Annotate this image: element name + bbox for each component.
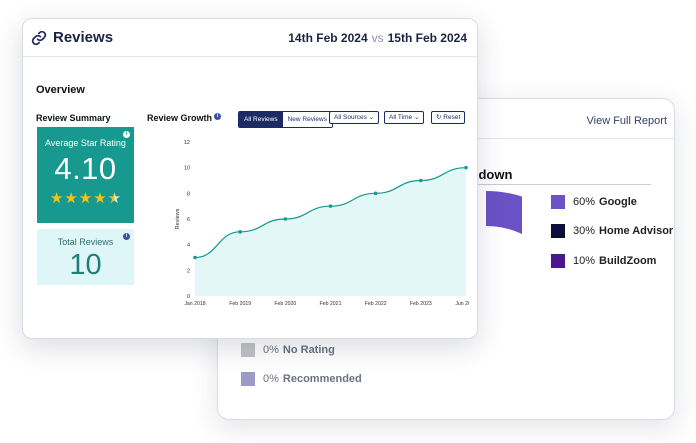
card-title: Reviews	[53, 29, 114, 46]
toggle-all-reviews[interactable]: All Reviews	[239, 112, 283, 127]
time-dropdown-label: All Time	[389, 114, 413, 121]
info-icon[interactable]: i	[123, 131, 130, 138]
legend-name: Google	[599, 196, 637, 208]
y-axis-label: Reviews	[175, 208, 181, 229]
x-tick-label: Feb 2022	[365, 301, 387, 306]
vs-label: vs	[371, 30, 384, 45]
total-reviews-tile: i Total Reviews 10	[37, 229, 134, 285]
x-tick-label: Feb 2020	[274, 301, 296, 306]
legend-item-google: 60% Google	[551, 195, 637, 209]
x-tick-label: Feb 2023	[410, 301, 432, 306]
legend-name: Home Advisor	[599, 225, 674, 237]
y-tick-label: 0	[187, 294, 190, 300]
legend-item-no-rating: 0% No Rating	[241, 343, 335, 357]
x-tick-label: Feb 2019	[229, 301, 251, 306]
legend-item-buildzoom: 10% BuildZoom	[551, 254, 656, 268]
date-from: 14th Feb 2024	[288, 30, 368, 45]
legend-swatch-google	[551, 195, 565, 209]
legend-swatch-home-advisor	[551, 224, 565, 238]
view-full-report-link[interactable]: View Full Report	[587, 115, 668, 127]
y-tick-label: 6	[187, 217, 190, 223]
star-icon: ★	[64, 190, 78, 207]
star-rating: ★ ★ ★ ★ ★	[37, 191, 134, 206]
review-summary-label: Review Summary	[36, 113, 111, 123]
legend-name: BuildZoom	[599, 255, 657, 267]
info-icon[interactable]: i	[214, 113, 222, 120]
star-icon: ★	[49, 190, 64, 207]
total-reviews-label: Total Reviews	[57, 237, 114, 247]
data-point	[464, 165, 468, 170]
x-tick-label: Jan 2018	[184, 301, 205, 306]
star-icon: ★	[78, 190, 93, 207]
review-growth-title: Review Growth	[147, 113, 213, 123]
data-point	[328, 204, 333, 208]
reset-button[interactable]: ↻ Reset	[431, 111, 466, 124]
stage: View Full Report akdown 60% 60% Google 3…	[0, 0, 696, 443]
total-reviews-value: 10	[69, 249, 102, 281]
legend-pct: 10%	[573, 255, 596, 267]
y-tick-label: 12	[184, 140, 190, 146]
time-dropdown[interactable]: All Time ⌄	[384, 111, 425, 124]
toggle-new-reviews[interactable]: New Reviews	[282, 112, 332, 127]
y-tick-label: 4	[187, 243, 190, 249]
overview-title: Overview	[36, 84, 85, 96]
date-range: 14th Feb 2024 vs 15th Feb 2024	[288, 31, 467, 45]
reset-icon: ↻	[436, 114, 442, 121]
legend-item-home-advisor: 30% Home Advisor	[551, 224, 673, 238]
legend-swatch-buildzoom	[551, 254, 565, 268]
data-point	[373, 191, 378, 196]
chevron-down-icon: ⌄	[413, 114, 420, 121]
info-icon[interactable]: i	[123, 233, 130, 240]
average-rating-tile: i Average Star Rating 4.10 ★ ★ ★ ★ ★	[37, 127, 134, 223]
legend-pct: 0%	[263, 344, 279, 356]
legend-pct: 60%	[573, 196, 596, 208]
average-rating-value: 4.10	[54, 151, 117, 186]
legend-item-recommended: 0% Recommended	[241, 372, 362, 386]
x-tick-label: Feb 2021	[320, 301, 342, 306]
review-growth-label: Review Growth i	[147, 113, 222, 124]
data-point	[283, 217, 288, 221]
half-star-icon: ★	[107, 190, 122, 207]
donut-segment-google	[486, 191, 522, 353]
y-tick-label: 2	[187, 268, 190, 274]
reviews-card: Reviews 14th Feb 2024 vs 15th Feb 2024 Ove…	[22, 18, 478, 339]
review-type-toggle: All Reviews New Reviews	[238, 111, 333, 128]
legend-name: No Rating	[282, 344, 335, 356]
sources-dropdown-label: All Sources	[334, 114, 367, 121]
star-icon: ★	[93, 190, 107, 207]
reviews-card-header: Reviews 14th Feb 2024 vs 15th Feb 2024	[23, 19, 477, 57]
average-rating-label: Average Star Rating	[45, 138, 126, 148]
y-tick-label: 8	[187, 191, 190, 197]
data-point	[419, 178, 423, 183]
legend-name: Recommended	[282, 373, 362, 385]
legend-swatch-no-rating	[241, 343, 255, 357]
reset-label: Reset	[443, 114, 461, 121]
date-to: 15th Feb 2024	[387, 30, 467, 45]
legend-pct: 30%	[573, 225, 596, 237]
review-growth-chart: Reviews 0 2 4 6 8 10 12 Jan 2018 Feb 2019 Feb 2020…	[175, 140, 469, 306]
legend-swatch-recommended	[241, 372, 255, 386]
y-tick-label: 10	[184, 166, 190, 172]
sources-dropdown[interactable]: All Sources ⌄	[329, 111, 380, 124]
data-point	[238, 230, 242, 234]
x-tick-label: Jun 2023	[455, 301, 469, 306]
link-icon	[31, 30, 47, 45]
legend-pct: 0%	[263, 373, 279, 385]
data-point	[193, 255, 197, 260]
chevron-down-icon: ⌄	[368, 114, 375, 121]
